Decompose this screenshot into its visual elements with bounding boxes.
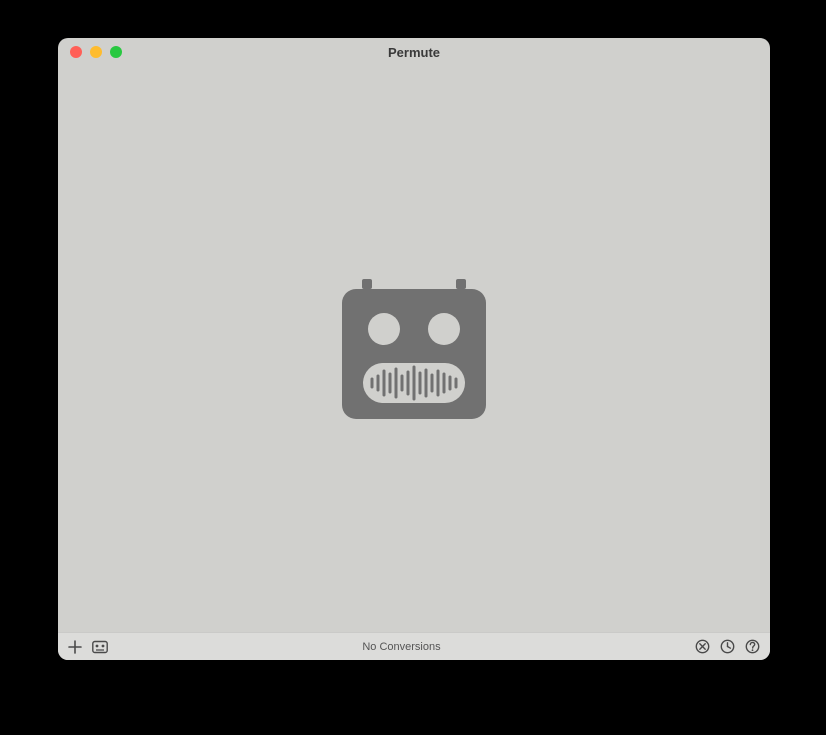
clock-icon xyxy=(720,639,735,654)
titlebar: Permute xyxy=(58,38,770,66)
minimize-button[interactable] xyxy=(90,46,102,58)
window-title: Permute xyxy=(58,45,770,60)
cancel-circle-icon xyxy=(695,639,710,654)
bottom-toolbar-right xyxy=(695,639,760,654)
permute-window: Permute xyxy=(58,38,770,660)
maximize-button[interactable] xyxy=(110,46,122,58)
add-button[interactable] xyxy=(68,640,82,654)
bottom-toolbar: No Conversions xyxy=(58,632,770,660)
close-button[interactable] xyxy=(70,46,82,58)
cancel-all-button[interactable] xyxy=(695,639,710,654)
help-button[interactable] xyxy=(745,639,760,654)
status-text: No Conversions xyxy=(108,641,695,653)
history-button[interactable] xyxy=(720,639,735,654)
robot-waveform-icon xyxy=(339,279,489,419)
help-circle-icon xyxy=(745,639,760,654)
drop-area[interactable] xyxy=(58,66,770,632)
plus-icon xyxy=(68,640,82,654)
preset-button[interactable] xyxy=(92,640,108,654)
cassette-preset-icon xyxy=(92,640,108,654)
bottom-toolbar-left xyxy=(68,640,108,654)
traffic-lights xyxy=(58,46,122,58)
